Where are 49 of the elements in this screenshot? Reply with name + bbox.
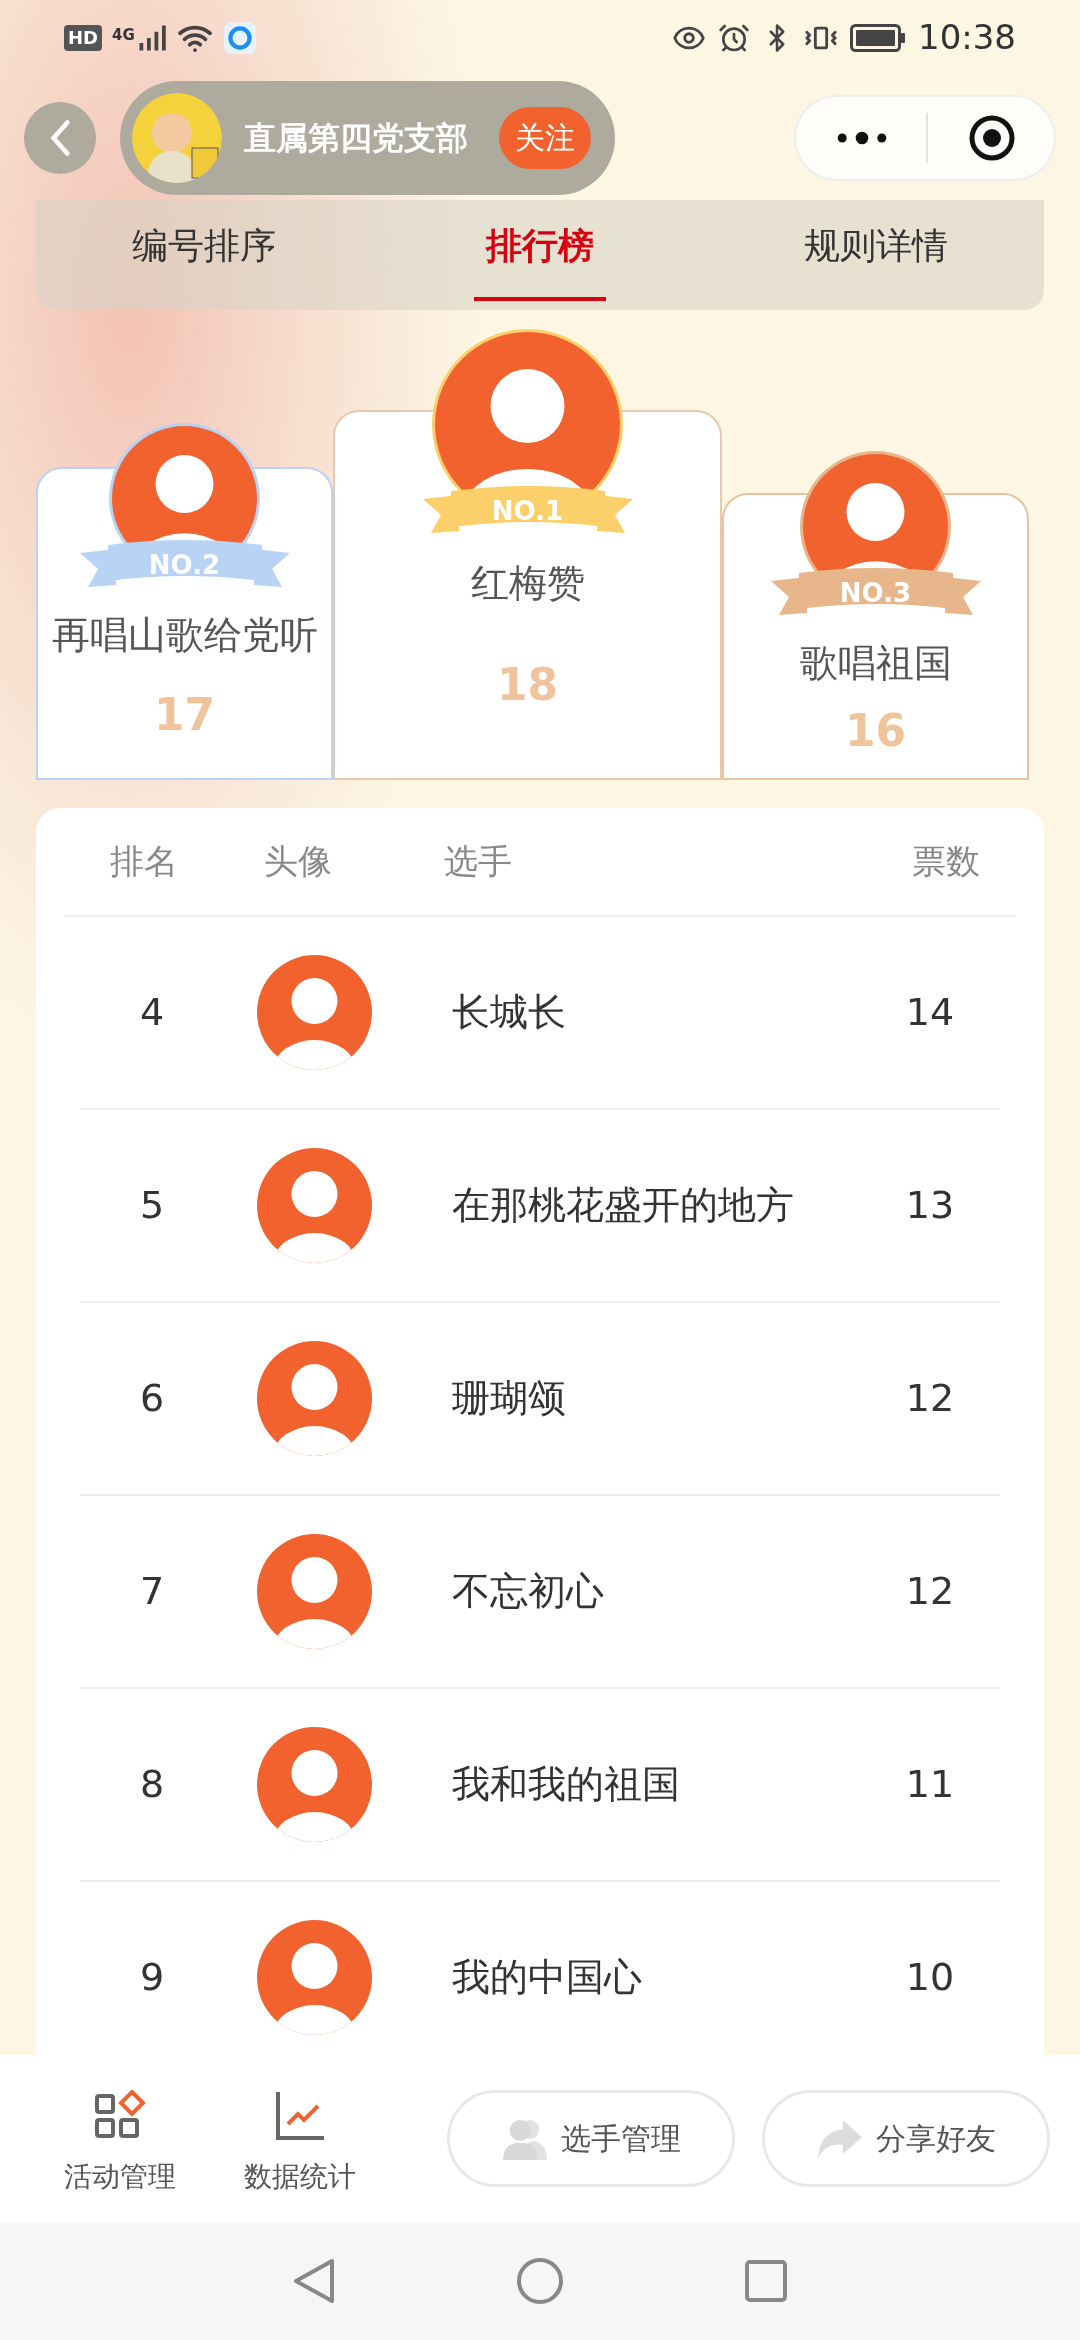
vote-count: 18	[496, 658, 559, 712]
song-name: 珊瑚颂	[451, 1375, 567, 1422]
clock-time: 10:38	[918, 16, 1016, 59]
nav-recents-icon[interactable]	[744, 2259, 788, 2303]
hd-badge: HD	[64, 24, 102, 51]
song-name: 在那桃花盛开的地方	[451, 1182, 795, 1229]
vote-count: 16	[844, 704, 907, 758]
song-name: 再唱山歌给党听	[51, 612, 318, 659]
song-name: 歌唱祖国	[799, 640, 952, 687]
nav-back-icon[interactable]	[292, 2257, 336, 2305]
users-icon	[501, 2117, 547, 2160]
tab[interactable]: 编号排序	[36, 200, 372, 310]
share-arrow-icon	[816, 2119, 862, 2158]
rank-cell-text: 4	[139, 989, 165, 1036]
back-icon	[49, 118, 71, 157]
nav-home-icon[interactable]	[516, 2257, 564, 2305]
vote-count: 12	[905, 1375, 955, 1422]
toolbar-button[interactable]: 数据统计	[210, 2079, 390, 2198]
vote-count: 14	[905, 989, 955, 1036]
song-name: 不忘初心	[451, 1568, 605, 1615]
vote-count: 17	[153, 688, 216, 742]
app-icon	[222, 20, 257, 55]
rank-cell-text: 6	[139, 1375, 165, 1422]
column-header: 票数	[912, 840, 980, 883]
close-target-icon[interactable]	[968, 113, 1016, 162]
rank-cell-text: 5	[139, 1182, 165, 1229]
song-name: 红梅赞	[470, 560, 585, 607]
toolbar-button[interactable]: 活动管理	[30, 2079, 210, 2198]
tab[interactable]: 排行榜	[372, 200, 708, 310]
song-name: 我的中国心	[451, 1954, 643, 2001]
column-header: 选手	[443, 840, 513, 883]
song-name: 长城长	[451, 989, 567, 1036]
song-name: 我和我的祖国	[451, 1761, 681, 1808]
network-label: 4G	[112, 24, 135, 46]
account-name: 直属第四党支部	[244, 117, 468, 159]
vote-count: 12	[905, 1568, 955, 1615]
action-button[interactable]: 选手管理	[447, 2090, 735, 2187]
rank-cell-text: 7	[139, 1568, 165, 1615]
column-header: 头像	[263, 840, 333, 883]
rank-cell-text: 8	[139, 1761, 165, 1808]
column-header: 排名	[110, 840, 178, 883]
vote-count: 13	[905, 1182, 955, 1229]
vote-count: 10	[905, 1954, 955, 2001]
battery-icon	[850, 23, 906, 52]
tab[interactable]: 规则详情	[708, 200, 1044, 310]
rank-cell-text: 9	[139, 1954, 165, 2001]
line-chart-icon	[274, 2089, 326, 2142]
action-button[interactable]: 分享好友	[762, 2090, 1050, 2187]
vote-count: 11	[905, 1761, 955, 1808]
